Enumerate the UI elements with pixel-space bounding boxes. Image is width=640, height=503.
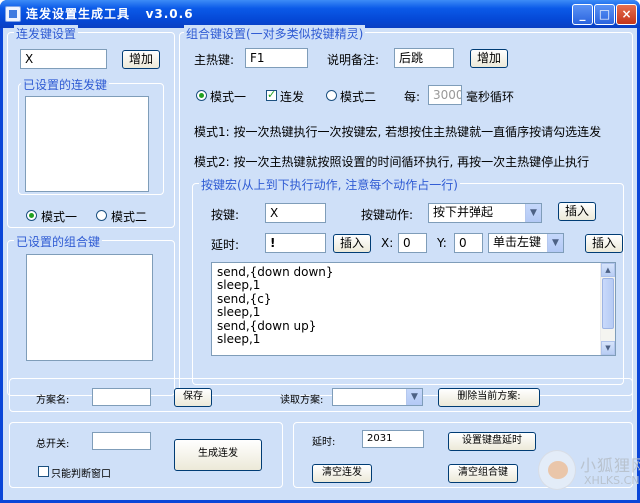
key-action-value: 按下并弹起 [433, 205, 494, 219]
mode2-description: 模式2: 按一次主热键就按照设置的时间循环执行, 再按一次主热键停止执行 [194, 155, 590, 169]
chevron-down-icon[interactable]: ▼ [547, 234, 563, 252]
scheme-name-input[interactable] [92, 388, 151, 406]
combo-settings-group-title: 组合键设置(一对多类似按键精灵) [184, 25, 366, 42]
title-bar[interactable]: 连发设置生成工具 v3.0.6 _ □ × [0, 0, 640, 28]
combo-mode2-radio[interactable] [326, 90, 337, 101]
x-coord-label: X: [381, 236, 394, 250]
remark-label: 说明备注: [327, 53, 380, 67]
set-keyboard-delay-button[interactable]: 设置键盘延时 [448, 432, 536, 451]
y-coord-input[interactable]: 0 [454, 233, 483, 253]
keyboard-delay-input[interactable]: 2031 [362, 430, 424, 448]
repeat-key-group: 连发键设置 X 增加 已设置的连发键 模式一 模式二 [7, 25, 175, 228]
remark-input[interactable]: 后跳 [394, 48, 454, 68]
master-switch-label: 总开关: [36, 439, 70, 450]
interval-label: 每: [404, 90, 421, 104]
script-line: sleep,1 [217, 332, 261, 347]
master-switch-input[interactable] [92, 432, 151, 450]
delay-label: 延时: [211, 238, 240, 252]
save-scheme-button[interactable]: 保存 [174, 388, 212, 407]
watermark-cn: 小狐狸网 [580, 456, 640, 475]
combo-settings-group: 组合键设置(一对多类似按键精灵) 主热键: F1 说明备注: 后跳 增加 模式一… [179, 25, 633, 396]
macro-key-label: 按键: [211, 208, 240, 222]
mouse-action-select[interactable]: 单击左键 ▼ [488, 233, 564, 253]
window-title: 连发设置生成工具 v3.0.6 [26, 7, 194, 21]
y-coord-label: Y: [437, 236, 447, 250]
repeat-add-button[interactable]: 增加 [122, 50, 160, 69]
delay-input[interactable]: ! [265, 233, 326, 253]
only-window-checkbox[interactable] [38, 466, 49, 477]
only-window-label: 只能判断窗口 [51, 469, 111, 480]
script-line: send,{c} [217, 291, 272, 306]
hotkey-input[interactable]: F1 [245, 48, 308, 68]
repeat-mode2-label: 模式二 [111, 210, 148, 224]
script-line: send,{down up} [217, 318, 317, 333]
scroll-thumb[interactable] [602, 278, 614, 329]
fox-logo-icon [538, 450, 576, 490]
chevron-down-icon[interactable]: ▼ [525, 204, 541, 222]
scroll-down-icon[interactable]: ▼ [601, 341, 615, 355]
read-scheme-select[interactable]: ▼ [332, 388, 423, 406]
master-switch-group: 总开关: 只能判断窗口 生成连发 [9, 422, 283, 488]
macro-group: 按键宏(从上到下执行动作, 注意每个动作占一行) 按键: X 按键动作: 按下并… [192, 176, 624, 385]
hotkey-label: 主热键: [194, 53, 235, 67]
macro-key-input[interactable]: X [265, 203, 326, 223]
delete-scheme-button[interactable]: 删除当前方案: [438, 388, 540, 407]
repeat-list-group: 已设置的连发键 [18, 76, 164, 195]
clear-combo-button[interactable]: 清空组合键 [448, 464, 518, 483]
combo-key-list[interactable] [26, 254, 153, 361]
script-scrollbar[interactable]: ▲ ▼ [600, 263, 615, 355]
generate-repeat-button[interactable]: 生成连发 [174, 439, 262, 471]
maximize-button[interactable]: □ [594, 4, 615, 25]
script-line: send,{down down} [217, 265, 334, 279]
repeat-key-group-title: 连发键设置 [14, 25, 79, 42]
x-coord-input[interactable]: 0 [398, 233, 427, 253]
scheme-bar: 方案名: 保存 读取方案: ▼ 删除当前方案: [9, 378, 633, 412]
client-area: 连发键设置 X 增加 已设置的连发键 模式一 模式二 已设置的组合键 组合键设置… [3, 25, 640, 500]
insert-key-button[interactable]: 插入 [558, 202, 596, 221]
chevron-down-icon[interactable]: ▼ [406, 389, 422, 405]
clear-repeat-button[interactable]: 清空连发 [312, 464, 372, 483]
combo-mode1-label: 模式一 [210, 90, 247, 104]
minimize-button[interactable]: _ [572, 4, 593, 25]
app-window: 连发设置生成工具 v3.0.6 _ □ × 连发键设置 X 增加 已设置的连发键… [0, 0, 640, 503]
watermark-en: XHLKS.CN [584, 474, 640, 487]
repeat-mode1-label: 模式一 [41, 210, 78, 224]
app-icon [5, 6, 21, 22]
script-line: sleep,1 [217, 278, 261, 293]
key-action-select[interactable]: 按下并弹起 ▼ [428, 203, 542, 223]
combo-mode2-label: 模式二 [340, 90, 377, 104]
repeat-checkbox[interactable] [266, 88, 277, 101]
repeat-mode2-radio[interactable] [96, 210, 107, 221]
close-button[interactable]: × [616, 4, 637, 25]
scroll-up-icon[interactable]: ▲ [601, 263, 615, 277]
scheme-name-label: 方案名: [36, 395, 70, 406]
version-label: v3.0.6 [145, 7, 194, 21]
macro-script-editor[interactable]: send,{down down} sleep,1 send,{c} sleep,… [211, 262, 616, 356]
repeat-key-input[interactable]: X [20, 49, 107, 69]
insert-mouse-button[interactable]: 插入 [585, 234, 623, 253]
macro-script-lines: send,{down down} sleep,1 send,{c} sleep,… [217, 265, 334, 347]
combo-list-group-title: 已设置的组合键 [14, 233, 103, 250]
interval-unit-label: 毫秒循环 [466, 90, 515, 104]
combo-mode1-radio[interactable] [196, 90, 207, 101]
repeat-checkbox-label: 连发 [280, 90, 305, 104]
repeat-key-list[interactable] [25, 96, 149, 192]
script-line: sleep,1 [217, 305, 261, 320]
site-watermark: 小狐狸网 XHLKS.CN [536, 446, 640, 498]
read-scheme-label: 读取方案: [280, 395, 324, 406]
repeat-mode1-radio[interactable] [26, 210, 37, 221]
repeat-list-group-title: 已设置的连发键 [21, 76, 110, 93]
combo-list-group: 已设置的组合键 [7, 233, 175, 396]
key-action-label: 按键动作: [361, 208, 414, 222]
mouse-action-value: 单击左键 [493, 235, 542, 249]
insert-delay-button[interactable]: 插入 [333, 234, 371, 253]
interval-input[interactable]: 3000 [428, 85, 462, 105]
macro-group-title: 按键宏(从上到下执行动作, 注意每个动作占一行) [199, 176, 460, 193]
combo-add-button[interactable]: 增加 [470, 49, 508, 68]
keyboard-delay-label: 延时: [312, 437, 336, 448]
mode1-description: 模式1: 按一次热键执行一次按键宏, 若想按住主热键就一直循序按请勾选连发 [194, 125, 602, 139]
